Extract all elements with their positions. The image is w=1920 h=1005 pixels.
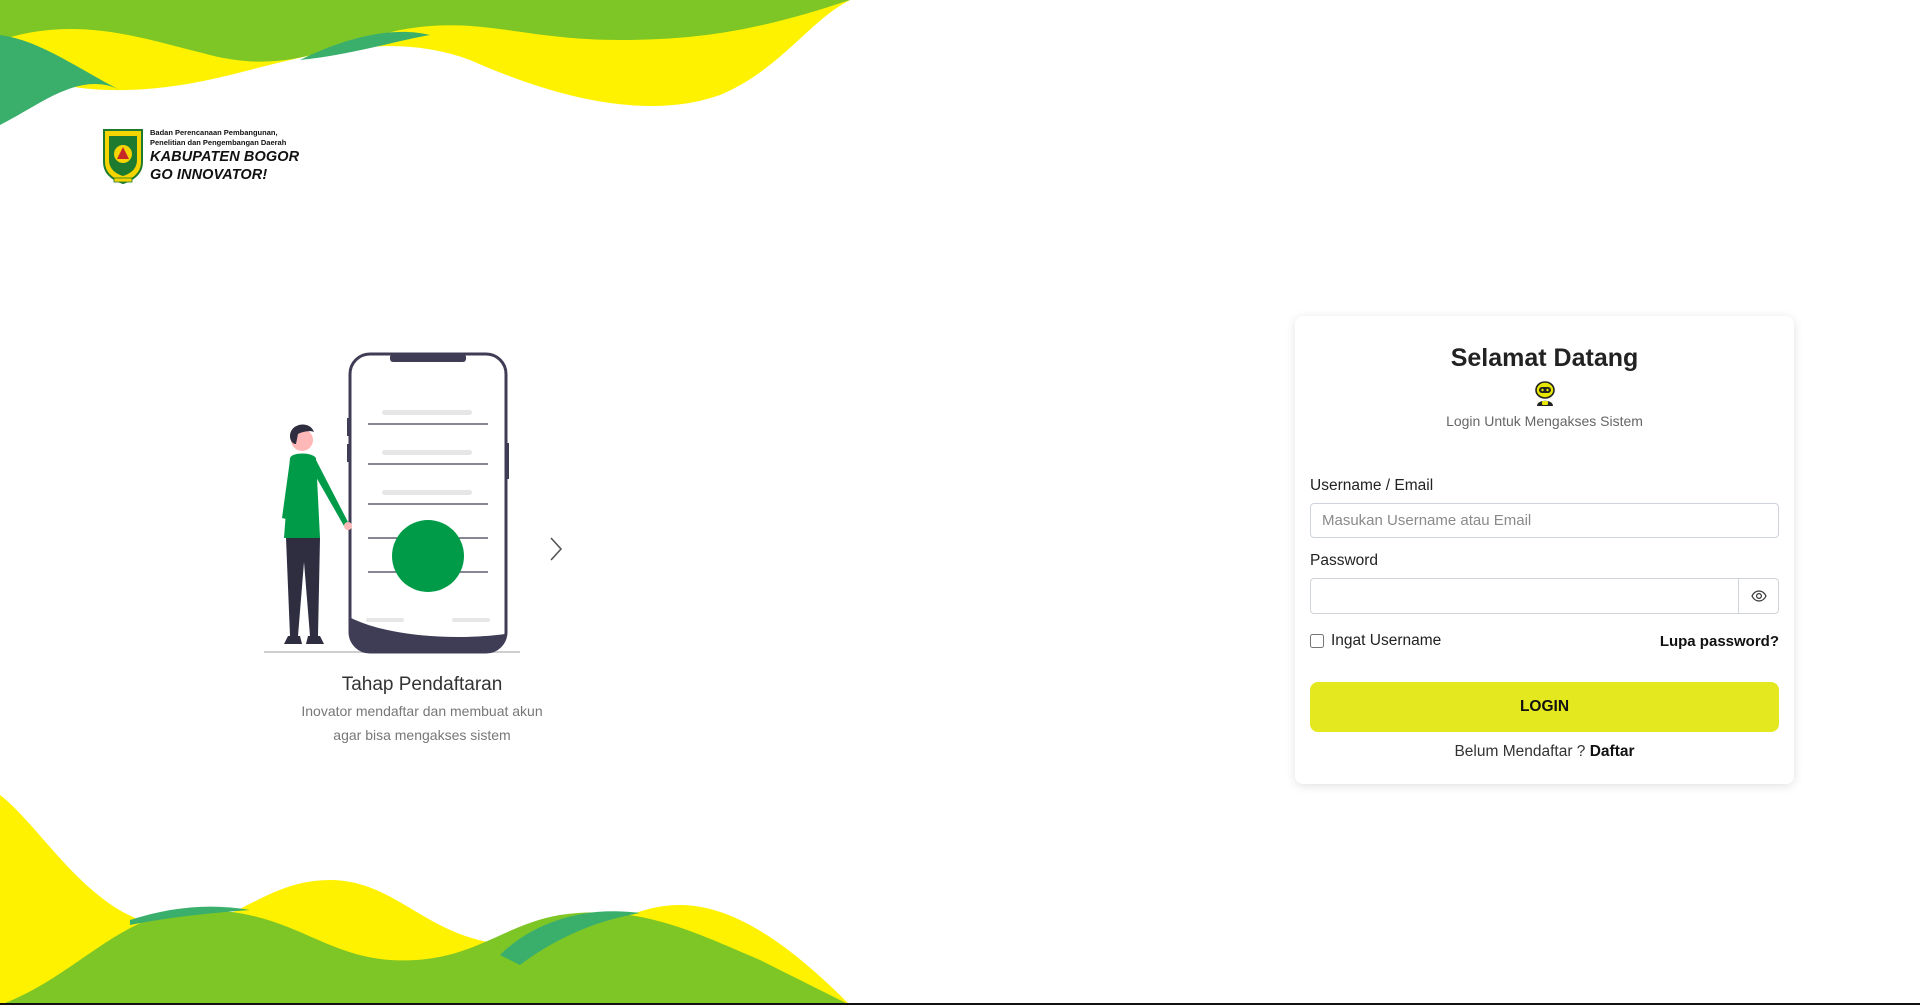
org-name-line2: Penelitian dan Pengembangan Daerah <box>150 138 287 147</box>
username-input[interactable] <box>1310 503 1779 538</box>
mascot-container <box>1310 381 1779 407</box>
remember-label: Ingat Username <box>1331 632 1442 649</box>
carousel-next-button[interactable] <box>544 532 568 566</box>
login-title: Selamat Datang <box>1450 344 1639 372</box>
chevron-right-icon <box>550 537 563 561</box>
slide-description-line1: Inovator mendaftar dan membuat akun <box>301 703 543 719</box>
register-link[interactable]: Daftar <box>1590 743 1635 760</box>
eye-icon <box>1750 590 1767 602</box>
registration-illustration <box>264 352 520 654</box>
robot-mascot-icon <box>1534 381 1555 406</box>
brand-name-line1: KABUPATEN BOGOR <box>150 149 300 165</box>
kabupaten-emblem-icon <box>103 129 143 184</box>
login-page: Badan Perencanaan Pembangunan, Penelitia… <box>0 0 1920 1005</box>
org-name-line1: Badan Perencanaan Pembangunan, <box>150 128 278 137</box>
username-label: Username / Email <box>1310 477 1434 494</box>
register-prompt: Belum Mendaftar ? <box>1454 743 1590 760</box>
bottom-wave-decoration <box>0 795 850 1005</box>
password-visibility-toggle[interactable] <box>1739 578 1779 614</box>
password-label: Password <box>1310 552 1379 569</box>
brand-logo: Badan Perencanaan Pembangunan, Penelitia… <box>102 128 299 184</box>
slide-description-line2: agar bisa mengakses sistem <box>333 727 511 743</box>
login-options-row: Ingat Username Lupa password? <box>1310 632 1779 650</box>
top-wave-decoration <box>0 0 850 125</box>
remember-username[interactable]: Ingat Username <box>1310 632 1441 650</box>
brand-name-line2: GO INNOVATOR! <box>150 167 268 183</box>
remember-checkbox[interactable] <box>1310 634 1324 648</box>
login-button[interactable]: LOGIN <box>1310 682 1779 732</box>
slide-title: Tahap Pendaftaran <box>341 674 503 695</box>
slide-description: Inovator mendaftar dan membuat akun agar… <box>262 699 582 747</box>
register-prompt-row: Belum Mendaftar ? Daftar <box>1310 743 1779 761</box>
forgot-password-link[interactable]: Lupa password? <box>1660 633 1779 650</box>
password-group <box>1310 578 1779 614</box>
login-card: Selamat Datang Login Untuk Mengakses Sis… <box>1295 316 1794 784</box>
password-input[interactable] <box>1310 578 1739 614</box>
login-subtitle: Login Untuk Mengakses Sistem <box>1446 413 1643 429</box>
